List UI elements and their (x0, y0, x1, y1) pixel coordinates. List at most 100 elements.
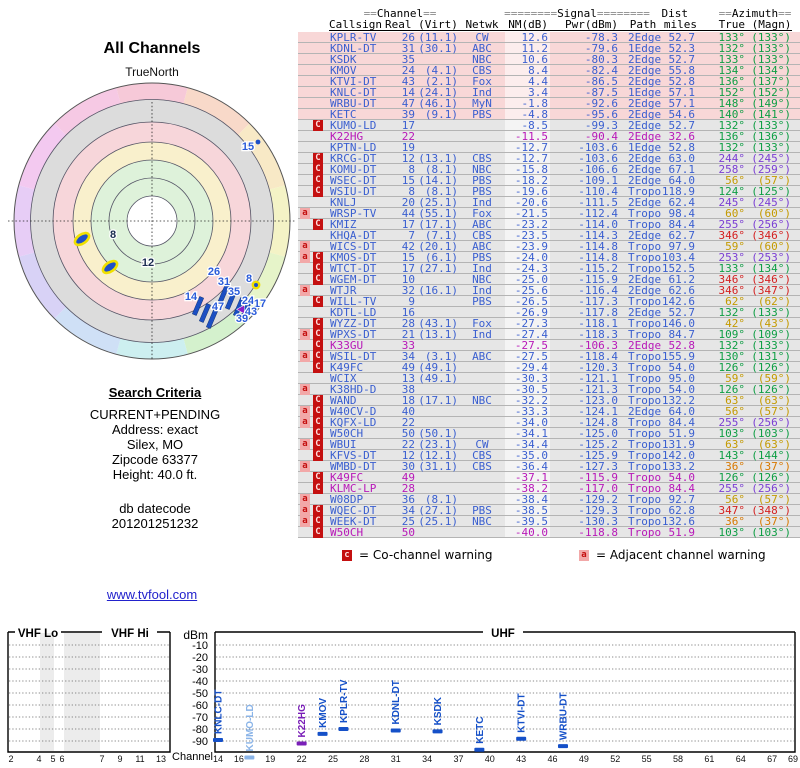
cochannel-warning-icon: C (313, 505, 323, 516)
cell-virtual-channel: (17.1) (418, 394, 458, 407)
cell-virtual-channel: (31.1) (418, 460, 458, 473)
search-criteria: Search Criteria CURRENT+PENDING Address:… (55, 386, 255, 532)
search-criteria-title: Search Criteria (108, 385, 202, 400)
adjacent-warning-icon: a (300, 351, 310, 362)
uhf-channel-tick: 43 (516, 754, 526, 764)
cell-real-channel: 50 (401, 526, 415, 539)
cell-virtual-channel (417, 527, 458, 538)
uhf-channel-tick: 31 (391, 754, 401, 764)
dbm-tick-label: -60 (192, 700, 208, 712)
table-header-columns: Callsign Real (Virt) Netwk NM(dB) Pwr(dB… (298, 19, 800, 30)
cochannel-warning-icon: C (313, 406, 323, 417)
cochannel-warning-icon: C (313, 175, 323, 186)
cochannel-warning-icon: C (313, 329, 323, 340)
cell-virtual-channel: (49.1) (418, 372, 458, 385)
header-miles: miles (663, 18, 697, 31)
tvfool-link[interactable]: www.tvfool.com (0, 587, 304, 602)
cell-nm-db: -40.0 (514, 526, 548, 539)
search-mode: CURRENT+PENDING (89, 407, 221, 422)
channel-number-label: 8 (110, 229, 116, 241)
db-datecode-value: 201201251232 (111, 516, 199, 531)
cochannel-warning-icon: C (313, 219, 323, 230)
adjacent-warning-icon: a (300, 505, 310, 516)
dbm-tick-label: -30 (192, 664, 208, 676)
signal-table: ==Channel== ========Signal======== Dist … (298, 0, 800, 570)
cochannel-warning-icon: C (313, 252, 323, 263)
station-signal-bar (317, 731, 328, 736)
cell-virtual-channel: (30.1) (418, 42, 458, 55)
adjacent-warning-icon: a (300, 208, 310, 219)
dbm-tick-label: -50 (192, 688, 208, 700)
cochannel-warning-icon: C (313, 340, 323, 351)
truenorth-label: TrueNorth (125, 65, 179, 79)
uhf-channel-tick: 14 (213, 754, 223, 764)
header-pwr-dbm: Pwr(dBm) (565, 18, 618, 31)
header-true-magn: True (Magn) (718, 18, 792, 31)
cochannel-warning-icon: C (313, 417, 323, 428)
dbm-tick-label: -90 (192, 736, 208, 748)
vhf-channel-tick: 7 (99, 754, 104, 764)
cell-callsign: W50CH (330, 526, 364, 539)
station-signal-bar (557, 744, 568, 749)
vhf-channel-tick: 6 (59, 754, 64, 764)
adjacent-warning-icon: a (579, 550, 589, 561)
dbm-tick-label: -40 (192, 676, 208, 688)
cell-azimuth-true: 103° (718, 526, 746, 539)
vhf-lo-label: VHF Lo (18, 628, 58, 640)
station-signal-bar (296, 741, 307, 746)
dbm-tick-label: -10 (192, 640, 208, 652)
uhf-channel-tick: 37 (453, 754, 463, 764)
cochannel-warning-icon: C (313, 318, 323, 329)
station-bars: KNLC-DT KUMO-LD K22HG KMOV KPLR-TV KDNL-DT KSD… (213, 679, 569, 760)
vhf-gap-band (64, 633, 100, 751)
dbm-tick-labels: -10-20-30-40-50-60-70-80-90 (192, 640, 208, 748)
cochannel-warning-icon: C (313, 351, 323, 362)
adjacent-warning-icon: a (300, 285, 310, 296)
cell-virtual-channel (417, 472, 458, 483)
adjacent-warning-icon: a (300, 384, 310, 395)
adjacent-warning-icon: a (300, 494, 310, 505)
cochannel-warning-icon: C (313, 263, 323, 274)
uhf-channel-tick: 34 (422, 754, 432, 764)
cochannel-warning-icon: C (313, 472, 323, 483)
adjacent-warning-icon: a (300, 439, 310, 450)
cell-pwr-dbm: -118.8 (578, 526, 618, 539)
cochannel-warning-icon: C (313, 483, 323, 494)
adjacent-warning-icon: a (300, 417, 310, 428)
signal-strength-chart: VHF Lo VHF Hi UHF dBm Channel -10-20-30-… (7, 628, 798, 764)
channel-number-label: 39 (236, 313, 248, 325)
dbm-tick-label: -80 (192, 724, 208, 736)
header-callsign: Callsign (329, 18, 382, 31)
station-bar-label: KETC (475, 716, 486, 743)
cell-virtual-channel (417, 406, 458, 417)
polar-chart-title: All Channels (103, 40, 201, 57)
uhf-channel-tick: 22 (297, 754, 307, 764)
cell-virtual-channel: (27.1) (418, 262, 458, 275)
channel-axis-label: Channel (172, 751, 213, 763)
uhf-channel-tick: 55 (642, 754, 652, 764)
uhf-channel-tick: 52 (610, 754, 620, 764)
cochannel-warning-icon: C (313, 120, 323, 131)
uhf-channel-tick: 16 (234, 754, 244, 764)
cell-virtual-channel: (25.1) (418, 515, 458, 528)
station-bar-label: KSDK (433, 696, 444, 725)
channel-number-label: 8 (246, 273, 252, 285)
adjacent-warning-icon: a (300, 406, 310, 417)
uhf-channel-tick: 49 (579, 754, 589, 764)
cochannel-warning-icon: C (313, 362, 323, 373)
uhf-channel-tick: 25 (328, 754, 338, 764)
station-signal-bar (516, 736, 527, 741)
cell-virtual-channel (417, 296, 458, 307)
cochannel-warning-icon: C (313, 186, 323, 197)
cochannel-legend-text: = Co-channel warning (359, 548, 493, 562)
cell-virtual-channel: (9.1) (424, 108, 458, 121)
uhf-channel-tick: 40 (485, 754, 495, 764)
cochannel-warning-icon: C (313, 439, 323, 450)
legend-cochannel: c = Co-channel warning (342, 549, 493, 562)
channel-number-label: 14 (185, 291, 198, 303)
search-zipcode: Zipcode 63377 (111, 452, 198, 467)
vhf-station-marker (251, 280, 261, 290)
cell-azimuth-magn: (103°) (751, 526, 791, 539)
legend-adjacent: a = Adjacent channel warning (579, 549, 766, 562)
station-signal-bar (338, 726, 349, 731)
